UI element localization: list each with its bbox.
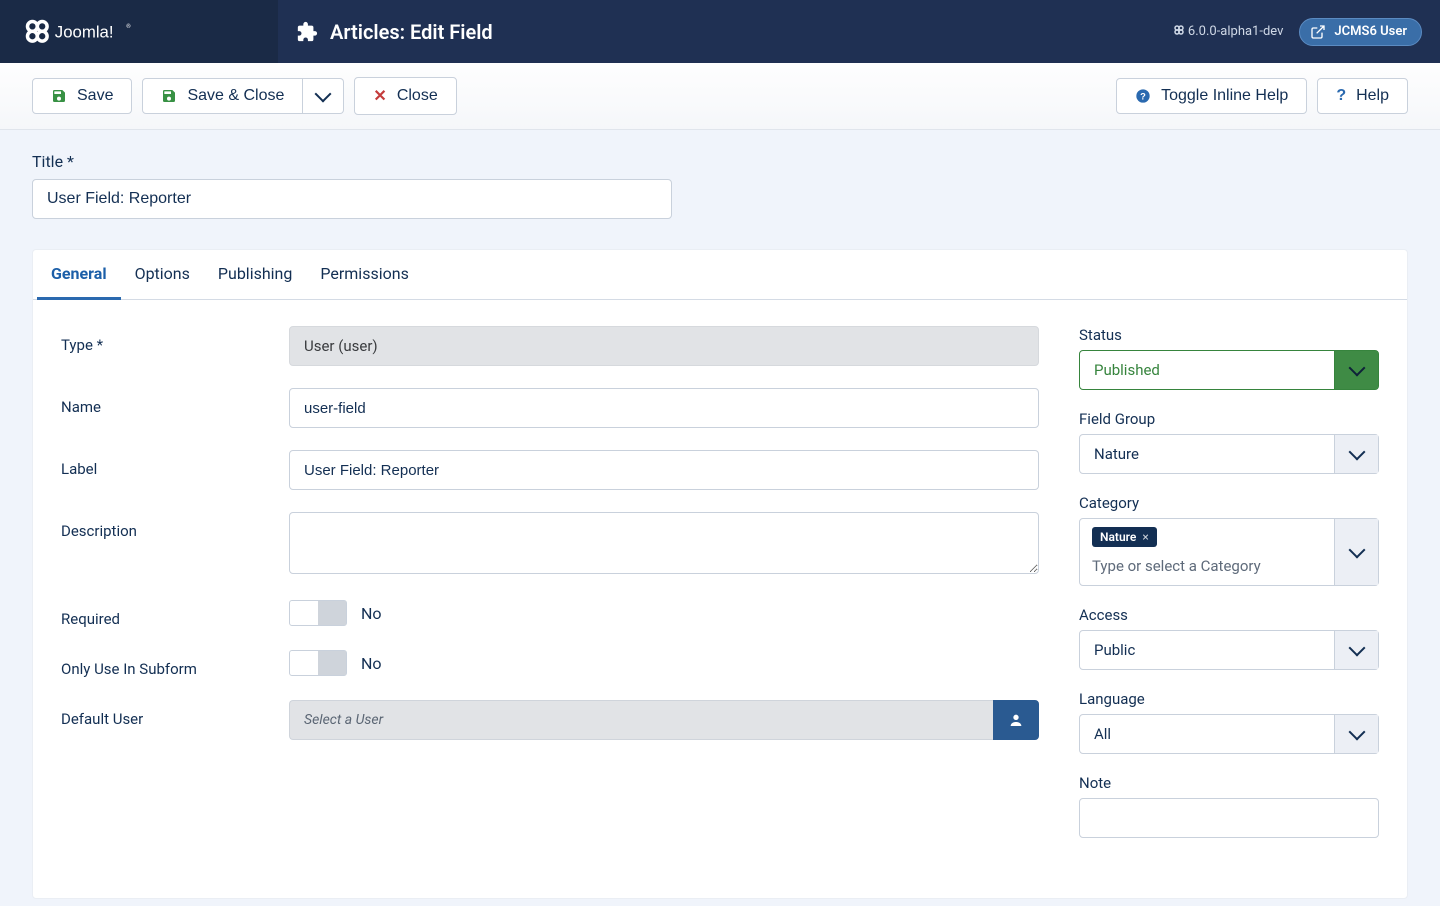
category-placeholder: Type or select a Category (1092, 557, 1322, 575)
close-button[interactable]: ✕ Close (354, 77, 456, 115)
fieldgroup-select[interactable]: Nature (1079, 434, 1379, 474)
external-link-icon (1310, 24, 1326, 40)
chevron-down-icon (1348, 640, 1365, 657)
tab-general[interactable]: General (37, 250, 121, 300)
type-field: User (user) (289, 326, 1039, 366)
title-input[interactable] (32, 179, 672, 219)
subform-toggle[interactable] (289, 650, 347, 676)
name-label: Name (61, 388, 289, 416)
tab-options[interactable]: Options (121, 250, 204, 299)
tab-publishing[interactable]: Publishing (204, 250, 306, 299)
description-textarea[interactable] (289, 512, 1039, 574)
svg-text:?: ? (1140, 91, 1146, 101)
close-icon: ✕ (373, 86, 386, 106)
remove-tag-icon[interactable]: × (1142, 530, 1148, 544)
svg-text:®: ® (126, 22, 131, 29)
save-close-button[interactable]: Save & Close (142, 78, 303, 114)
default-user-label: Default User (61, 700, 289, 728)
status-select[interactable]: Published (1079, 350, 1379, 390)
tabs: General Options Publishing Permissions (33, 250, 1407, 300)
language-select[interactable]: All (1079, 714, 1379, 754)
svg-text:Joomla!: Joomla! (55, 22, 114, 41)
save-dropdown-button[interactable] (303, 78, 344, 114)
user-menu[interactable]: JCMS6 User (1299, 18, 1422, 46)
type-label: Type * (61, 326, 289, 354)
chevron-down-icon (1348, 360, 1365, 377)
save-icon (161, 88, 177, 104)
chevron-down-icon (1348, 542, 1365, 559)
version-label[interactable]: 6.0.0-alpha1-dev (1173, 24, 1284, 39)
required-toggle[interactable] (289, 600, 347, 626)
app-header: Joomla! ® Articles: Edit Field 6.0.0-alp… (0, 0, 1440, 63)
user-icon (1008, 712, 1024, 728)
subform-state: No (361, 654, 382, 673)
fieldgroup-label: Field Group (1079, 410, 1379, 428)
category-tag[interactable]: Nature × (1092, 527, 1157, 547)
note-input[interactable] (1079, 798, 1379, 838)
toggle-inline-help-button[interactable]: ? Toggle Inline Help (1116, 78, 1307, 114)
action-toolbar: Save Save & Close ✕ Close ? Toggle Inlin… (0, 63, 1440, 130)
category-select[interactable]: Nature × Type or select a Category (1079, 518, 1379, 586)
select-user-button[interactable] (993, 700, 1039, 740)
note-label: Note (1079, 774, 1379, 792)
chevron-down-icon (1348, 724, 1365, 741)
save-icon (51, 88, 67, 104)
brand[interactable]: Joomla! ® (0, 0, 278, 63)
title-label: Title * (32, 152, 1408, 171)
description-label: Description (61, 512, 289, 540)
chevron-down-icon (1348, 444, 1365, 461)
question-circle-icon: ? (1135, 88, 1151, 104)
joomla-mini-icon (1173, 24, 1185, 36)
joomla-logo: Joomla! ® (14, 18, 174, 46)
required-state: No (361, 604, 382, 623)
question-icon: ? (1336, 87, 1346, 105)
save-button[interactable]: Save (32, 78, 132, 114)
default-user-field[interactable]: Select a User (289, 700, 993, 740)
name-input[interactable] (289, 388, 1039, 428)
tab-permissions[interactable]: Permissions (306, 250, 422, 299)
label-input[interactable] (289, 450, 1039, 490)
access-select[interactable]: Public (1079, 630, 1379, 670)
puzzle-icon (296, 21, 318, 43)
label-label: Label (61, 450, 289, 478)
access-label: Access (1079, 606, 1379, 624)
page-heading: Articles: Edit Field (278, 20, 493, 44)
chevron-down-icon (315, 86, 332, 103)
required-label: Required (61, 600, 289, 628)
status-label: Status (1079, 326, 1379, 344)
subform-label: Only Use In Subform (61, 650, 289, 678)
page-title: Articles: Edit Field (330, 20, 493, 44)
language-label: Language (1079, 690, 1379, 708)
category-label: Category (1079, 494, 1379, 512)
help-button[interactable]: ? Help (1317, 78, 1408, 114)
